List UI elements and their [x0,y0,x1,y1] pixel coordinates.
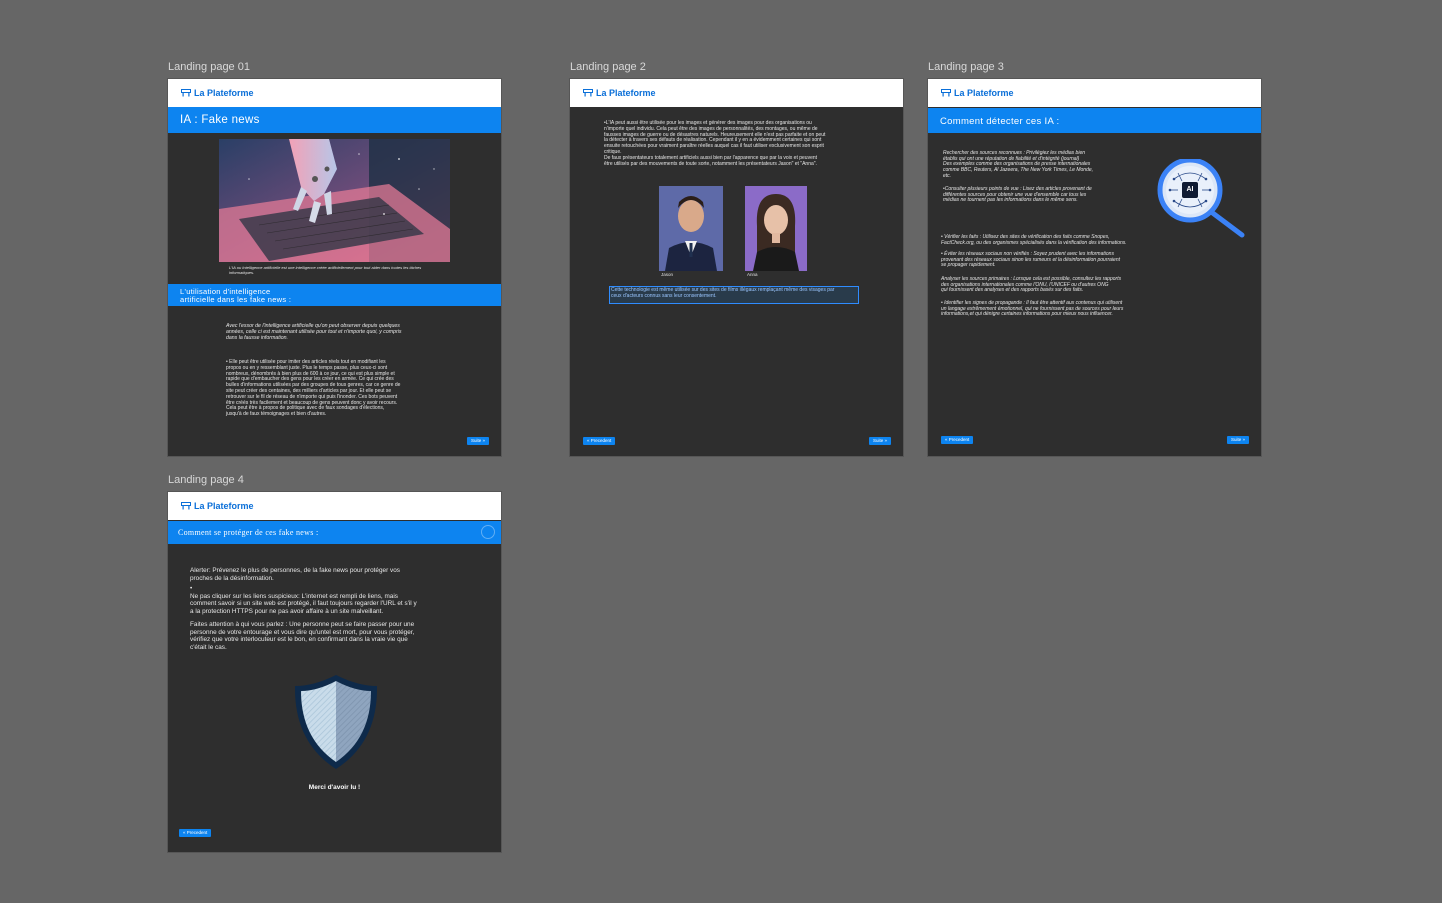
landing-page-1[interactable]: La Plateforme IA : Fake news L'IA ou Int… [168,79,501,456]
body-text: •L'IA peut aussi être utilisée pour les … [604,120,826,167]
logo-icon [181,502,191,510]
intro-text: Avec l'essor de l'intelligence artificie… [226,323,402,341]
title-band: Comment détecter ces IA : [928,108,1261,133]
ai-magnifier-icon: AI [1156,157,1246,239]
photo-anna [745,186,807,271]
top-bar: La Plateforme [928,79,1261,107]
landing-page-4[interactable]: La Plateforme Comment se protéger de ces… [168,492,501,852]
frame-label-3[interactable]: Landing page 3 [928,61,1004,73]
section-band: L'utilisation d'intelligence artificiell… [168,284,501,306]
image-caption: L'IA ou Intelligence artificielle est un… [229,265,422,275]
tip-block-3: • Vérifier les faits : Utilisez des site… [941,234,1127,246]
brand-logo[interactable]: La Plateforme [181,501,254,511]
landing-page-3[interactable]: La Plateforme Comment détecter ces IA : … [928,79,1261,456]
logo-icon [181,89,191,97]
landing-page-2[interactable]: La Plateforme •L'IA peut aussi être util… [570,79,903,456]
brand-name: La Plateforme [194,501,254,511]
prev-button[interactable]: « Precedent [583,437,616,445]
tip-block-4: • Éviter les réseaux sociaux non vérifié… [941,251,1120,269]
tip-people: Faites attention à qui vous parlez : Une… [190,621,415,651]
next-button[interactable]: Suite » [467,437,490,445]
prev-button[interactable]: « Precedent [941,436,974,444]
ai-badge-text: AI [1186,186,1194,193]
tip-alert: Alerter: Prévenez le plus de personnes, … [190,567,400,582]
brand-logo[interactable]: La Plateforme [181,88,254,98]
tip-block-1: Rechercher des sources reconnues : Privi… [943,150,1094,179]
next-button[interactable]: Suite » [869,437,892,445]
body-text: • Elle peut être utilisée pour imiter de… [226,359,401,418]
top-bar: La Plateforme [168,492,501,520]
brand-name: La Plateforme [596,88,656,98]
brand-logo[interactable]: La Plateforme [583,88,656,98]
frame-label-4[interactable]: Landing page 4 [168,474,244,486]
thanks-text: Merci d'avoir lu ! [308,784,361,791]
tip-block-2: •Consulter plusieurs points de vue : Lis… [943,186,1092,204]
page-title: Comment se protéger de ces fake news : [178,528,319,537]
next-button[interactable]: Suite » [1227,436,1250,444]
top-bar: La Plateforme [168,79,501,107]
section-title: L'utilisation d'intelligence artificiell… [180,287,292,304]
info-circle-icon [481,525,495,539]
frame-label-2[interactable]: Landing page 2 [570,61,646,73]
tip-block-5: Analyser les sources primaires : Lorsque… [941,276,1122,294]
top-bar: La Plateforme [570,79,903,107]
photo-caption-jason: Jason [661,272,674,277]
photo-caption-anna: Anna [747,272,758,277]
page-title: IA : Fake news [180,114,260,126]
selected-text-box[interactable]: Cette technologie est même utilisée sur … [609,286,859,304]
title-band: IA : Fake news [168,107,501,133]
page-title: Comment détecter ces IA : [940,116,1060,127]
logo-icon [583,89,593,97]
frame-label-1[interactable]: Landing page 01 [168,61,250,73]
shield-icon [292,672,380,772]
title-band: Comment se protéger de ces fake news : [168,521,501,544]
prev-button[interactable]: « Precedent [179,829,212,837]
photo-jason [659,186,723,271]
tip-block-6: • Identifier les signes de propagande : … [941,300,1124,318]
brand-name: La Plateforme [194,88,254,98]
brand-logo[interactable]: La Plateforme [941,88,1014,98]
brand-name: La Plateforme [954,88,1014,98]
logo-icon [941,89,951,97]
tip-links: • Ne pas cliquer sur les liens suspicieu… [190,585,417,615]
robot-hand-laptop-image [219,139,450,262]
